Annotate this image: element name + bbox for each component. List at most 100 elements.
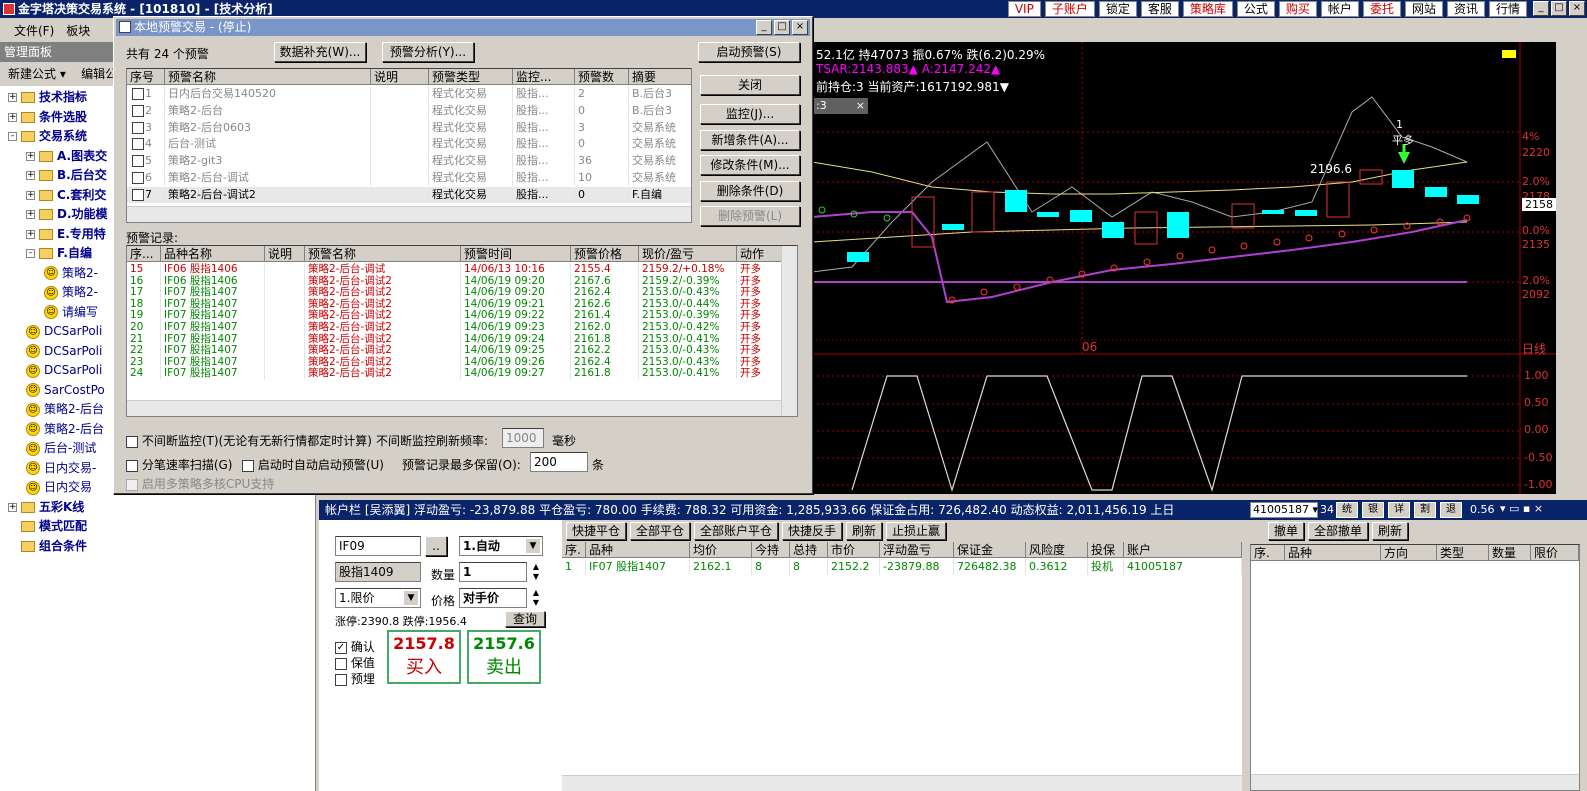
column-header[interactable]: 预警类型 <box>429 69 513 85</box>
column-header[interactable]: 摘要 <box>629 69 691 85</box>
account-tool-button[interactable]: 割 <box>1414 502 1436 518</box>
nav-button[interactable]: 购买 <box>1278 1 1317 17</box>
opt-autostart-checkbox[interactable] <box>242 459 254 472</box>
menu-file[interactable]: 文件(F) <box>14 22 54 39</box>
nav-button[interactable]: 子账户 <box>1044 1 1095 17</box>
alert-checkbox[interactable] <box>132 104 144 117</box>
tree-expander-icon[interactable]: + <box>8 502 17 512</box>
account-tool-button[interactable]: 银 <box>1362 502 1384 518</box>
tree-node[interactable]: + D.功能模 <box>26 205 108 223</box>
table-row[interactable]: 19 IF07 股指1407 策略2-后台-调试2 14/06/19 09:22 216… <box>127 309 797 322</box>
tree-node[interactable]: + A.图表交 <box>26 147 107 165</box>
table-row[interactable]: 2 策略2-后台 程式化交易 股指... 0 B.后台3 <box>127 102 691 119</box>
column-header[interactable]: 说明 <box>265 246 305 262</box>
account-tool-button[interactable]: 退 <box>1440 502 1462 518</box>
position-action-button[interactable]: 快捷平仓 <box>566 522 626 540</box>
table-row[interactable]: 15 IF06 股指1406 策略2-后台-调试 14/06/13 10:16 2155… <box>127 263 797 275</box>
tree-expander-icon[interactable]: + <box>26 171 35 180</box>
tree-node[interactable]: + 条件选股 <box>8 108 87 126</box>
tree-node[interactable]: ☺ DCSarPoli <box>26 322 102 340</box>
subwindow-close-icon[interactable]: × <box>856 98 868 114</box>
column-header[interactable]: 浮动盈亏 <box>880 542 954 558</box>
dialog-maximize-icon[interactable]: □ <box>774 20 790 35</box>
opt-tick[interactable]: 分笔速率扫描(G) <box>126 456 233 473</box>
column-header[interactable]: 序. <box>562 542 586 558</box>
column-header[interactable]: 动作 <box>737 246 783 262</box>
sell-button[interactable]: 2157.6 卖出 <box>467 630 541 684</box>
tree-node[interactable]: ☺ 策略2-后台 <box>26 420 104 438</box>
quantity-stepper[interactable]: ▲ ▼ <box>529 562 543 582</box>
confirm-checkbox[interactable]: ✓ <box>335 641 347 654</box>
tree-node[interactable]: ☺ 日内交易- <box>26 459 96 477</box>
tree-node[interactable]: + C.套利交 <box>26 186 106 204</box>
position-action-button[interactable]: 止损止赢 <box>886 522 946 540</box>
nav-button[interactable]: 策略库 <box>1182 1 1233 17</box>
alert-analysis-button[interactable]: 预警分析(Y)... <box>382 42 474 62</box>
delete-condition-button[interactable]: 删除条件(D) <box>700 181 800 201</box>
account-tool-button[interactable]: 统 <box>1336 502 1358 518</box>
contract-code-input[interactable]: IF09 <box>335 536 421 556</box>
close-icon[interactable]: × <box>1569 1 1585 16</box>
column-header[interactable]: 风险度 <box>1026 542 1088 558</box>
column-header[interactable]: 监控... <box>513 69 575 85</box>
table-row[interactable]: 4 后台-测试 程式化交易 股指... 0 交易系统 <box>127 136 691 153</box>
modify-condition-button[interactable]: 修改条件(M)... <box>700 155 800 175</box>
column-header[interactable]: 方向 <box>1381 545 1437 561</box>
column-header[interactable]: 投保 <box>1088 542 1124 558</box>
tree-node[interactable]: ☺ DCSarPoli <box>26 361 102 379</box>
close-button[interactable]: 关闭 <box>700 75 800 95</box>
table-row[interactable]: 20 IF07 股指1407 策略2-后台-调试2 14/06/19 09:23 216… <box>127 321 797 333</box>
column-header[interactable]: 总持 <box>790 542 828 558</box>
toolbar-icon[interactable] <box>1502 50 1516 58</box>
position-action-button[interactable]: 快捷反手 <box>782 522 842 540</box>
table-row[interactable]: 7 策略2-后台-调试2 程式化交易 股指... 0 F.自编 <box>127 186 691 203</box>
column-header[interactable]: 账户 <box>1124 542 1242 558</box>
panel-controls[interactable]: ▾ ▭ ▪ × <box>1500 502 1543 515</box>
nav-button[interactable]: VIP <box>1007 1 1041 17</box>
column-header[interactable]: 序. <box>1251 545 1285 561</box>
nav-button[interactable]: 资讯 <box>1446 1 1485 17</box>
nav-button[interactable]: 网站 <box>1404 1 1443 17</box>
chevron-down-icon[interactable]: ▼ <box>526 539 540 553</box>
tree-node[interactable]: + 技术指标 <box>8 88 87 106</box>
column-header[interactable]: 预警价格 <box>571 246 639 262</box>
column-header[interactable]: 预警数 <box>575 69 629 85</box>
price-input[interactable]: 对手价 <box>459 588 527 608</box>
column-header[interactable]: 品种 <box>1285 545 1381 561</box>
column-header[interactable]: 均价 <box>690 542 752 558</box>
price-chart[interactable]: 52.1亿 持47073 振0.67% 跌(6.2)0.29% TSAR:214… <box>812 42 1587 494</box>
position-action-button[interactable]: 全部账户平仓 <box>694 522 778 540</box>
nav-button[interactable]: 委托 <box>1362 1 1401 17</box>
opt-cpu-checkbox[interactable] <box>126 478 138 491</box>
account-tool-button[interactable]: 详 <box>1388 502 1410 518</box>
data-supplement-button[interactable]: 数据补充(W)... <box>274 42 366 62</box>
table-row[interactable]: 3 策略2-后台0603 程式化交易 股指... 3 交易系统 <box>127 119 691 136</box>
tree-node[interactable]: ☺ SarCostPo <box>26 381 105 399</box>
opt-autostart[interactable]: 启动时自动启动预警(U) <box>242 456 384 473</box>
monitor-button[interactable]: 监控(J)... <box>700 104 800 124</box>
alert-checkbox[interactable] <box>132 155 144 168</box>
horizontal-scrollbar[interactable] <box>127 206 691 222</box>
column-header[interactable]: 品种 <box>586 542 690 558</box>
delete-alert-button[interactable]: 删除预警(L) <box>700 206 800 226</box>
buy-button[interactable]: 2157.8 买入 <box>387 630 461 684</box>
column-header[interactable]: 数量 <box>1489 545 1531 561</box>
table-row[interactable]: 5 策略2-git3 程式化交易 股指... 36 交易系统 <box>127 153 691 170</box>
tree-expander-icon[interactable]: + <box>26 190 35 200</box>
tree-node[interactable]: ☺ 策略2- <box>44 283 98 301</box>
tree-node[interactable]: + 五彩K线 <box>8 498 84 516</box>
tree-expander-icon[interactable]: - <box>8 132 17 141</box>
table-row[interactable]: 24 IF07 股指1407 策略2-后台-调试2 14/06/19 09:27 216… <box>127 367 797 380</box>
contract-browse-button[interactable]: .. <box>425 536 447 556</box>
hedge-checkbox[interactable] <box>335 657 347 670</box>
table-row[interactable]: 23 IF07 股指1407 策略2-后台-调试2 14/06/19 09:26 216… <box>127 355 797 368</box>
table-row[interactable]: 16 IF06 股指1406 策略2-后台-调试2 14/06/19 09:20 216… <box>127 274 797 287</box>
table-row[interactable]: 18 IF07 股指1407 策略2-后台-调试2 14/06/19 09:21 216… <box>127 297 797 310</box>
column-header[interactable]: 序... <box>127 246 161 262</box>
column-header[interactable]: 现价/盈亏 <box>639 246 737 262</box>
nav-button[interactable]: 帐户 <box>1320 1 1359 17</box>
column-header[interactable]: 说明 <box>371 69 429 85</box>
column-header[interactable]: 预警名称 <box>305 246 461 262</box>
column-header[interactable]: 今持 <box>752 542 790 558</box>
trade-mode-select[interactable]: 1.自动 ▼ <box>459 536 543 556</box>
